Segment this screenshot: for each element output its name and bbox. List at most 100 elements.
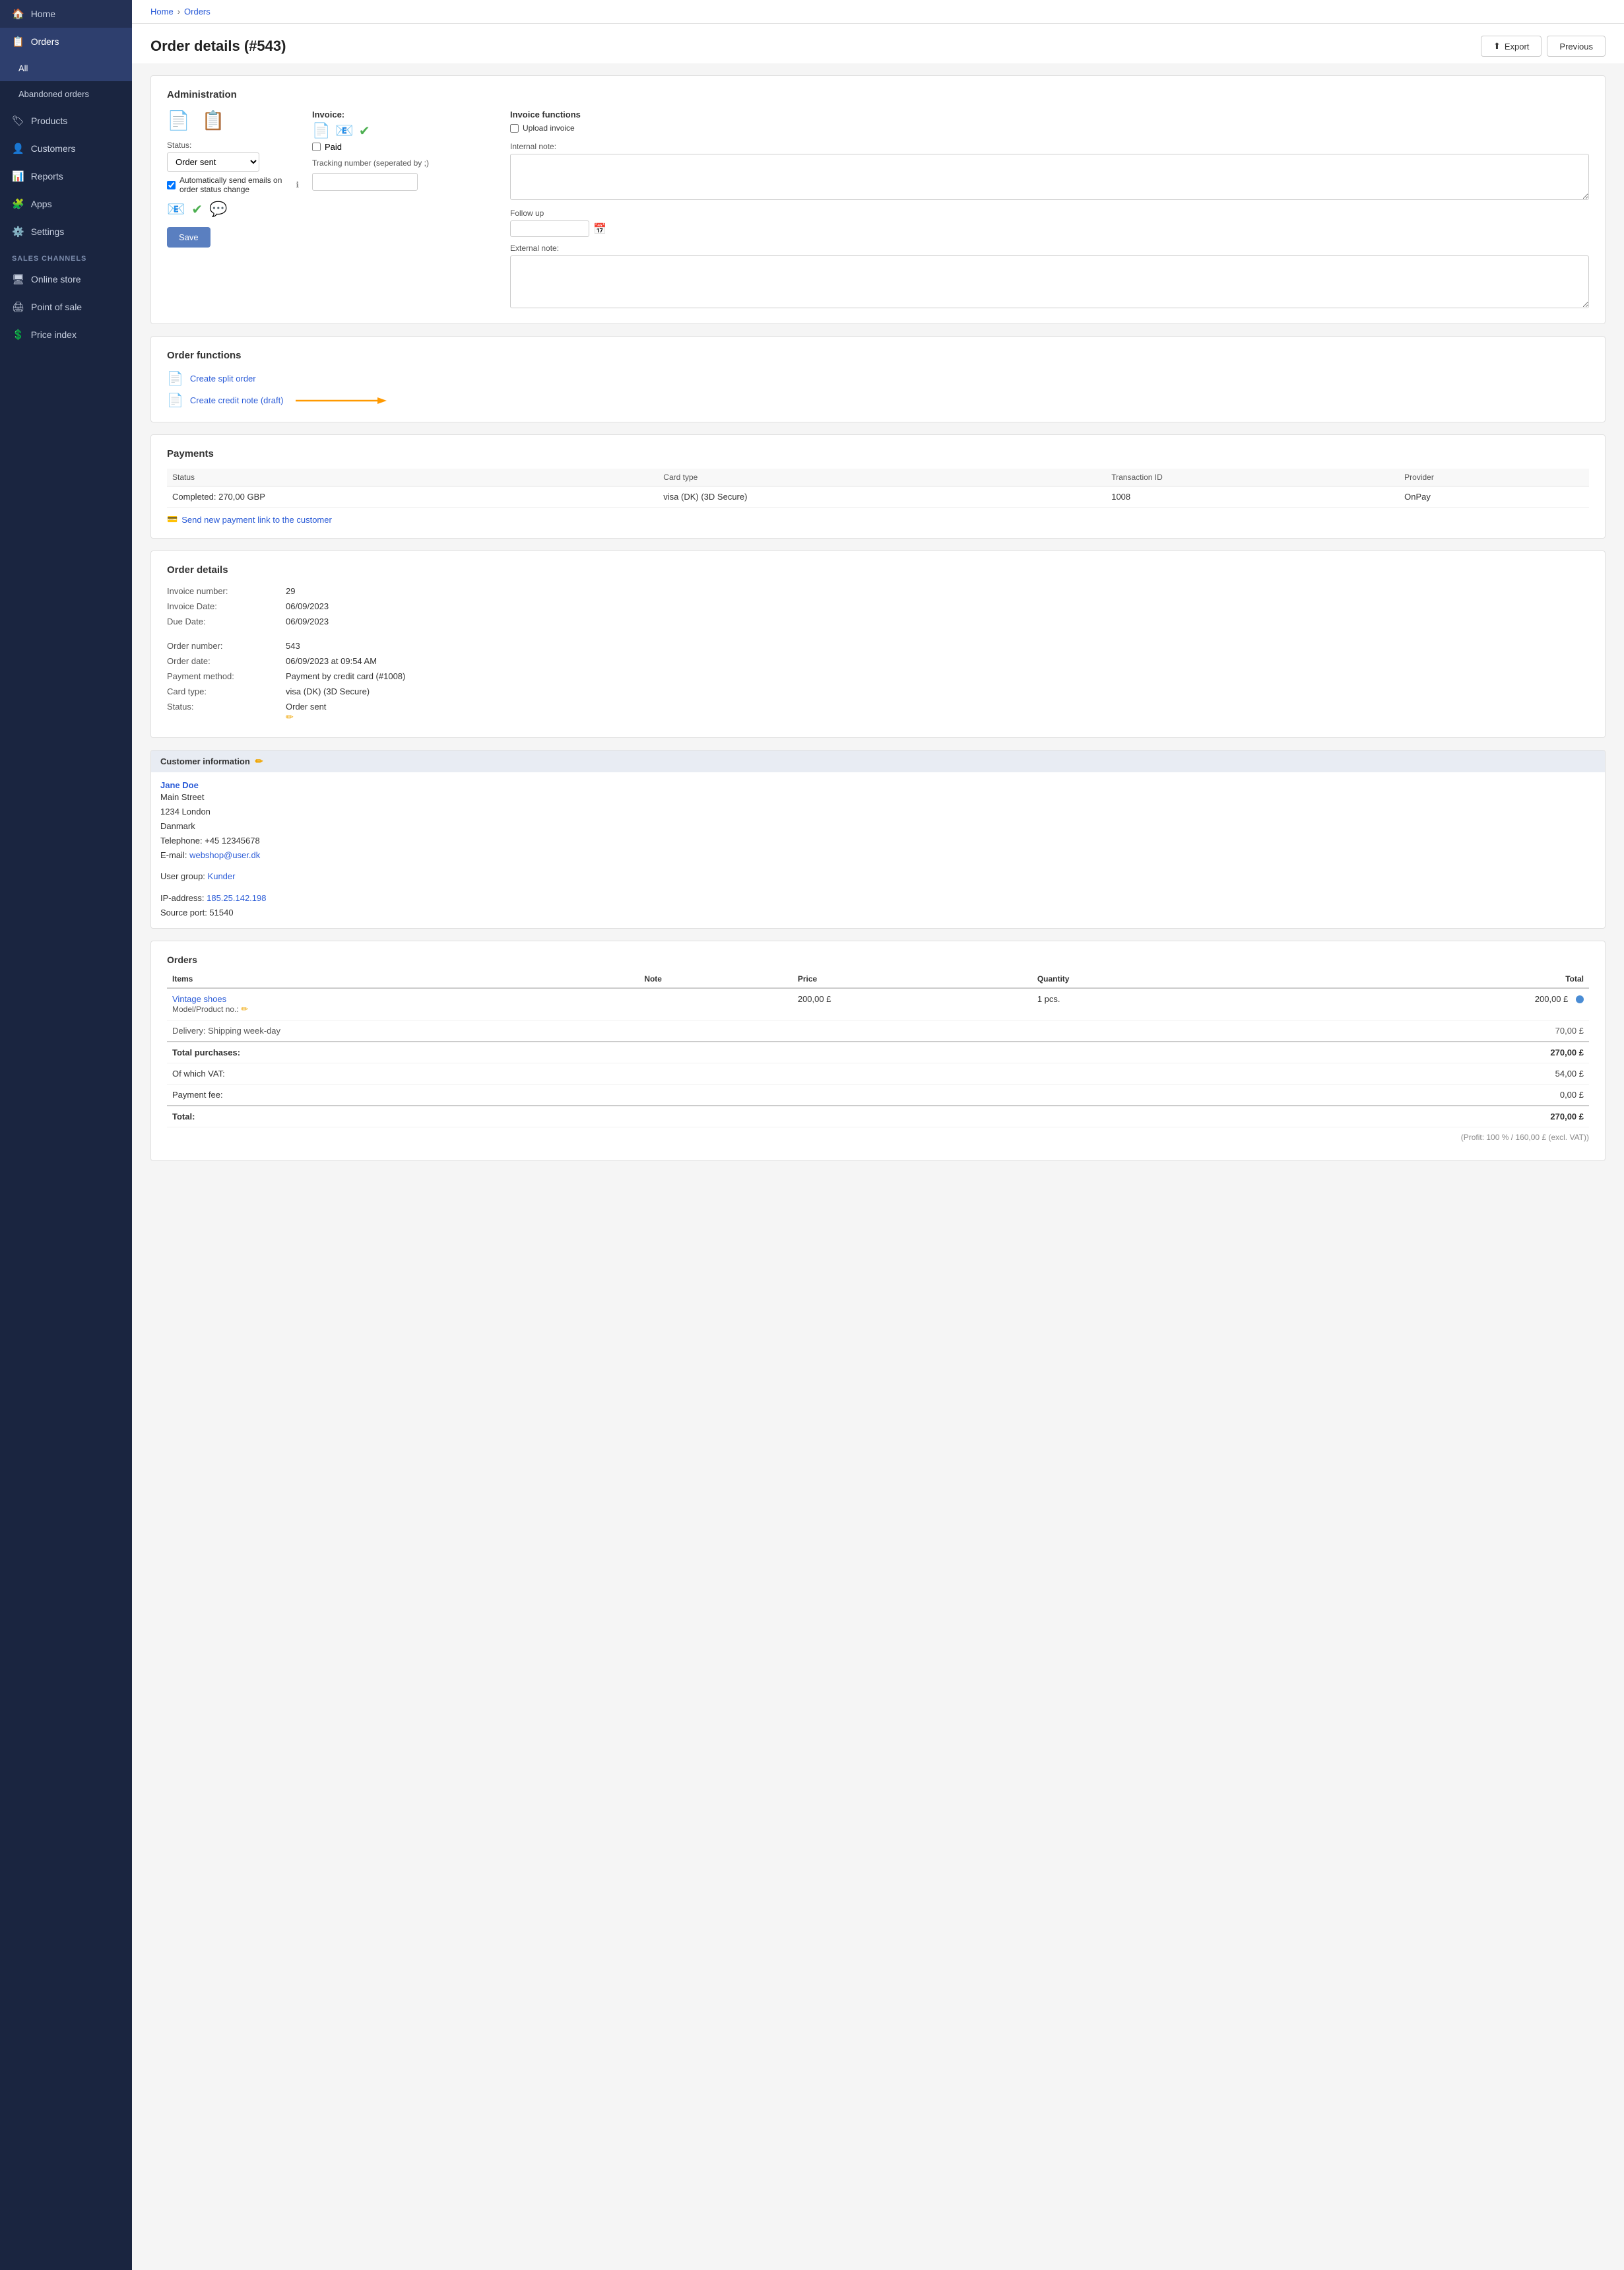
customer-section-header: Customer information ✏ (151, 751, 1605, 772)
topbar: Home › Orders (132, 0, 1624, 24)
send-payment-link[interactable]: 💳 Send new payment link to the customer (167, 514, 1589, 525)
grand-total-value: 270,00 £ (1264, 1106, 1589, 1127)
payment-fee-label: Payment fee: (167, 1084, 1264, 1106)
online-store-icon: 🖥 (12, 273, 24, 285)
sidebar: 🏠 Home 📋 Orders All Abandoned orders 🏷 P… (0, 0, 132, 2270)
breadcrumb-home[interactable]: Home (150, 7, 174, 17)
arrow-svg (296, 395, 388, 407)
home-icon: 🏠 (12, 8, 24, 20)
breadcrumb-orders[interactable]: Orders (184, 7, 211, 17)
col-items: Items (167, 970, 639, 988)
upload-invoice-checkbox[interactable] (510, 124, 519, 133)
products-icon: 🏷 (12, 115, 24, 127)
invoice-mail-icon: 📧 (335, 122, 353, 139)
customer-email-link[interactable]: webshop@user.dk (189, 850, 260, 860)
order-functions-card: Order functions 📄 Create split order 📄 C… (150, 336, 1606, 422)
items-table: Items Note Price Quantity Total Vintage … (167, 970, 1589, 1127)
external-note-textarea[interactable] (510, 255, 1589, 308)
model-edit-icon[interactable]: ✏ (241, 1004, 248, 1014)
od-status-label: Status: (167, 700, 286, 724)
payment-method-value: Payment by credit card (#1008) (286, 670, 1589, 683)
doc-icon-2: 📋 (202, 110, 225, 131)
order-functions-title: Order functions (167, 350, 1589, 361)
total-purchases-row: Total purchases: 270,00 £ (167, 1042, 1589, 1063)
card-type-value: visa (DK) (3D Secure) (286, 685, 1589, 698)
sidebar-item-apps[interactable]: 🧩 Apps (0, 190, 132, 218)
item-note-cell (639, 988, 793, 1020)
customers-icon: 👤 (12, 143, 24, 154)
follow-up-row: 📅 (510, 220, 1589, 237)
send-payment-icon: 💳 (167, 514, 178, 525)
sidebar-item-orders[interactable]: 📋 Orders (0, 28, 132, 55)
total-purchases-label: Total purchases: (167, 1042, 1264, 1063)
breadcrumb: Home › Orders (150, 7, 211, 17)
split-order-icon: 📄 (167, 370, 183, 387)
status-select[interactable]: Order sent Order received Processing Shi… (167, 152, 259, 172)
sidebar-item-price-index[interactable]: 💲 Price index (0, 321, 132, 349)
due-date-value: 06/09/2023 (286, 615, 1589, 628)
sidebar-item-products[interactable]: 🏷 Products (0, 107, 132, 135)
invoice-check-icon: ✔ (359, 123, 370, 139)
export-button[interactable]: ⬆ Export (1481, 36, 1542, 57)
payment-provider: OnPay (1399, 486, 1589, 508)
settings-icon: ⚙️ (12, 226, 24, 238)
invoice-icons: 📄 📧 ✔ (312, 122, 497, 139)
payments-table: Status Card type Transaction ID Provider… (167, 469, 1589, 508)
source-port: Source port: 51540 (160, 908, 234, 918)
sidebar-item-settings[interactable]: ⚙️ Settings (0, 218, 132, 246)
info-icon: ℹ (296, 180, 299, 189)
credit-note-icon: 📄 (167, 392, 183, 409)
page-header: Order details (#543) ⬆ Export Previous (132, 24, 1624, 63)
internal-note-textarea[interactable] (510, 154, 1589, 200)
orders-table-title: Orders (167, 954, 1589, 965)
header-actions: ⬆ Export Previous (1481, 36, 1606, 57)
user-group-link[interactable]: Kunder (208, 871, 236, 881)
payment-fee-row: Payment fee: 0,00 £ (167, 1084, 1589, 1106)
sidebar-item-home[interactable]: 🏠 Home (0, 0, 132, 28)
payments-col-provider: Provider (1399, 469, 1589, 486)
model-label: Model/Product no.: (172, 1005, 239, 1014)
create-split-order-link[interactable]: Create split order (190, 374, 256, 384)
sidebar-item-point-of-sale[interactable]: 🖨 Point of sale (0, 293, 132, 321)
order-number-value: 543 (286, 640, 1589, 652)
follow-up-input[interactable] (510, 220, 589, 237)
status-label: Status: (167, 141, 299, 150)
tracking-input[interactable] (312, 173, 418, 191)
sales-channels-label: SALES CHANNELS (0, 246, 132, 265)
item-name-link[interactable]: Vintage shoes (172, 994, 226, 1004)
orange-arrow (296, 395, 388, 407)
customer-body: Jane Doe Main Street 1234 London Danmark… (151, 772, 1605, 928)
sidebar-item-customers[interactable]: 👤 Customers (0, 135, 132, 162)
status-edit-icon[interactable]: ✏ (286, 712, 294, 722)
content-area: Administration 📄 📋 Status: Order sent Or… (132, 63, 1624, 1185)
save-button[interactable]: Save (167, 227, 211, 248)
payments-card: Payments Status Card type Transaction ID… (150, 434, 1606, 539)
previous-button[interactable]: Previous (1547, 36, 1606, 57)
grand-total-row: Total: 270,00 £ (167, 1106, 1589, 1127)
col-price: Price (793, 970, 1032, 988)
item-price-cell: 200,00 £ (793, 988, 1032, 1020)
order-date-value: 06/09/2023 at 09:54 AM (286, 655, 1589, 667)
item-row: Vintage shoes Model/Product no.: ✏ 200,0… (167, 988, 1589, 1020)
invoice-date-label: Invoice Date: (167, 600, 286, 613)
invoice-date-value: 06/09/2023 (286, 600, 1589, 613)
sidebar-item-reports[interactable]: 📊 Reports (0, 162, 132, 190)
create-split-order-row: 📄 Create split order (167, 370, 1589, 387)
orders-icon: 📋 (12, 36, 24, 48)
follow-up-label: Follow up (510, 209, 1589, 218)
paid-checkbox[interactable] (312, 143, 321, 151)
customer-edit-icon[interactable]: ✏ (255, 756, 263, 767)
sidebar-item-orders-abandoned[interactable]: Abandoned orders (0, 81, 132, 107)
sidebar-item-online-store[interactable]: 🖥 Online store (0, 265, 132, 293)
ip-link[interactable]: 185.25.142.198 (207, 893, 266, 903)
create-credit-note-link[interactable]: Create credit note (draft) (190, 395, 284, 405)
auto-email-checkbox[interactable] (167, 181, 176, 189)
sidebar-item-orders-all[interactable]: All (0, 55, 132, 81)
calendar-icon[interactable]: 📅 (593, 222, 606, 236)
point-of-sale-icon: 🖨 (12, 301, 24, 313)
customer-name-link[interactable]: Jane Doe (160, 780, 199, 790)
upload-invoice-row: Upload invoice (510, 123, 1589, 133)
vat-row: Of which VAT: 54,00 £ (167, 1063, 1589, 1084)
doc-icon-1: 📄 (167, 110, 190, 131)
auto-email-row: Automatically send emails on order statu… (167, 176, 299, 194)
